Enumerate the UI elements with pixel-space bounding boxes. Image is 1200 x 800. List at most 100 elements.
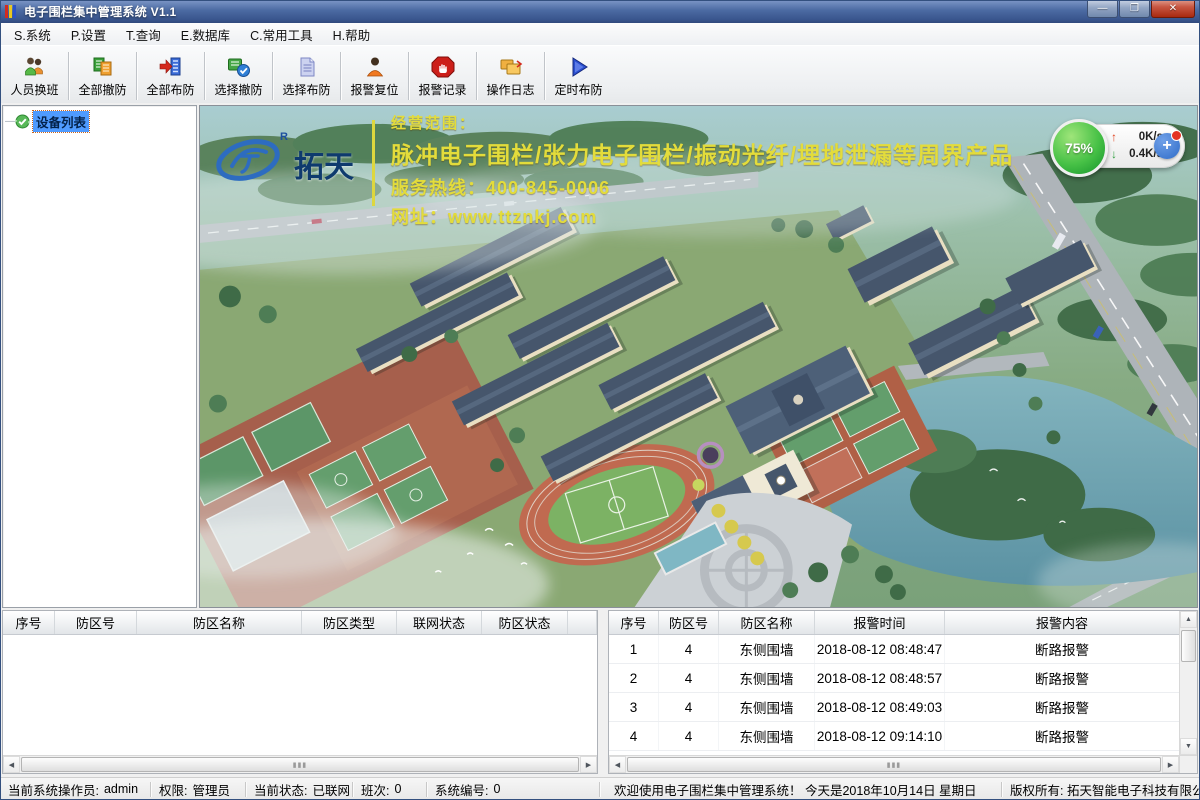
cell-alarm-time: 2018-08-12 08:48:47 (815, 635, 945, 663)
net-speed-widget[interactable]: 75% ↑ 0K/s ↓ 0.4K/s + (1053, 124, 1185, 168)
toolbar-separator (408, 52, 409, 100)
menu-database[interactable]: E.数据库 (171, 22, 240, 47)
col-filler (568, 611, 597, 634)
timed-arm-icon (566, 55, 592, 79)
operator-label: 当前系统操作员: (8, 780, 99, 799)
zone-hscrollbar[interactable]: ◀ ▮▮▮ ▶ (3, 755, 597, 773)
tool-label: 人员换班 (10, 81, 58, 98)
arm-all-button[interactable]: 全部布防 (138, 47, 203, 105)
tool-label: 全部布防 (146, 81, 194, 98)
menu-tools[interactable]: C.常用工具 (240, 22, 323, 47)
col-zone-name[interactable]: 防区名称 (137, 611, 302, 634)
cell-zone-name: 东侧围墙 (719, 693, 815, 721)
scroll-left-arrow[interactable]: ◀ (3, 756, 20, 773)
menu-settings[interactable]: P.设置 (61, 22, 116, 47)
campus-image-panel: .rf{fill:#46566c}.rf2{fill:#56687f}.wl{f… (199, 105, 1198, 608)
app-icon (5, 5, 18, 18)
select-arm-button[interactable]: 选择布防 (274, 47, 339, 105)
staff-shift-icon (22, 55, 48, 79)
col-zone-no[interactable]: 防区号 (55, 611, 137, 634)
cell-alarm-time: 2018-08-12 08:49:03 (815, 693, 945, 721)
tree-label-device-list[interactable]: 设备列表 (33, 111, 89, 132)
select-disarm-button[interactable]: 选择撤防 (206, 47, 271, 105)
cell-alarm-time: 2018-08-12 09:14:10 (815, 722, 945, 750)
title-bar: 电子围栏集中管理系统 V1.1 — ❐ ✕ (0, 0, 1200, 24)
cell-zone-no: 4 (659, 693, 719, 721)
alarm-vscrollbar[interactable]: ▲ ▼ (1179, 611, 1197, 773)
status-bar: 当前系统操作员: admin 权限: 管理员 当前状态: 已联网 班次: 0 系… (0, 777, 1200, 800)
menu-system[interactable]: S.系统 (4, 22, 61, 47)
window-title: 电子围栏集中管理系统 V1.1 (24, 3, 177, 20)
minimize-button[interactable]: — (1087, 0, 1118, 18)
scroll-left-arrow[interactable]: ◀ (609, 756, 626, 773)
operation-log-button[interactable]: 操作日志 (478, 47, 543, 105)
shift-label: 班次: (361, 780, 389, 799)
cell-alarm-content: 断路报警 (945, 722, 1179, 750)
scroll-up-arrow[interactable]: ▲ (1180, 611, 1197, 628)
tree-item-device-list[interactable]: — 设备列表 (3, 106, 196, 132)
alarm-record-button[interactable]: 报警记录 (410, 47, 475, 105)
col-alarm-time[interactable]: 报警时间 (815, 611, 945, 634)
device-status-icon (15, 114, 30, 129)
toolbar-separator (136, 52, 137, 100)
cell-seq: 2 (609, 664, 659, 692)
alarm-row[interactable]: 2 4 东侧围墙 2018-08-12 08:48:57 断路报警 (609, 664, 1179, 693)
arm-all-icon (158, 55, 184, 79)
alarm-row[interactable]: 4 4 东侧围墙 2018-08-12 09:14:10 断路报警 (609, 722, 1179, 751)
menu-query[interactable]: T.查询 (116, 22, 171, 47)
restore-button[interactable]: ❐ (1119, 0, 1150, 18)
logo-registered-mark: R (280, 131, 288, 143)
alarm-table-body: 1 4 东侧围墙 2018-08-12 08:48:47 断路报警 2 4 东侧… (609, 635, 1179, 755)
close-button[interactable]: ✕ (1151, 0, 1195, 18)
permission-value: 管理员 (192, 780, 230, 799)
timed-arm-button[interactable]: 定时布防 (546, 47, 611, 105)
select-arm-icon (294, 55, 320, 79)
toolbar-separator (544, 52, 545, 100)
cell-zone-name: 东侧围墙 (719, 722, 815, 750)
alarm-reset-icon (362, 55, 388, 79)
tool-label: 选择布防 (282, 81, 330, 98)
device-tree-panel: — 设备列表 (2, 105, 197, 608)
col-seq[interactable]: 序号 (609, 611, 659, 634)
col-zone-no[interactable]: 防区号 (659, 611, 719, 634)
company-logo: R 拓天 (214, 126, 354, 188)
tool-label: 报警记录 (418, 81, 466, 98)
app-window: 电子围栏集中管理系统 V1.1 — ❐ ✕ S.系统 P.设置 T.查询 E.数… (0, 0, 1200, 800)
alarm-hscrollbar[interactable]: ◀ ▮▮▮ ▶ (609, 755, 1179, 773)
company-banner: R 拓天 经营范围： 脉冲电子围栏/张力电子围栏/振动光纤/埋地泄漏等周界产品 … (214, 112, 1013, 229)
vscroll-thumb[interactable] (1181, 630, 1196, 662)
disarm-all-button[interactable]: 全部撤防 (70, 47, 135, 105)
alarm-row[interactable]: 3 4 东侧围墙 2018-08-12 08:49:03 断路报警 (609, 693, 1179, 722)
col-zone-name[interactable]: 防区名称 (719, 611, 815, 634)
banner-products: 脉冲电子围栏/张力电子围栏/振动光纤/埋地泄漏等周界产品 (391, 136, 1013, 170)
scroll-right-arrow[interactable]: ▶ (580, 756, 597, 773)
alarm-row[interactable]: 1 4 东侧围墙 2018-08-12 08:48:47 断路报警 (609, 635, 1179, 664)
cell-zone-no: 4 (659, 722, 719, 750)
toolbar-separator (272, 52, 273, 100)
col-seq[interactable]: 序号 (3, 611, 55, 634)
alarm-reset-button[interactable]: 报警复位 (342, 47, 407, 105)
memory-percent-ball[interactable]: 75% (1050, 119, 1108, 177)
system-no-label: 系统编号: (435, 780, 488, 799)
shift-value: 0 (394, 782, 401, 796)
col-zone-type[interactable]: 防区类型 (302, 611, 397, 634)
toolbar-separator (68, 52, 69, 100)
cell-zone-name: 东侧围墙 (719, 635, 815, 663)
tool-label: 操作日志 (486, 81, 534, 98)
upload-arrow-icon: ↑ (1111, 130, 1117, 144)
staff-shift-button[interactable]: 人员换班 (2, 47, 67, 105)
scroll-right-arrow[interactable]: ▶ (1162, 756, 1179, 773)
scroll-down-arrow[interactable]: ▼ (1180, 738, 1197, 755)
hscroll-thumb[interactable]: ▮▮▮ (21, 757, 579, 772)
alarm-table-header: 序号 防区号 防区名称 报警时间 报警内容 (609, 611, 1179, 635)
col-alarm-content[interactable]: 报警内容 (945, 611, 1179, 634)
col-net-state[interactable]: 联网状态 (397, 611, 482, 634)
col-zone-state[interactable]: 防区状态 (482, 611, 568, 634)
hscroll-thumb[interactable]: ▮▮▮ (627, 757, 1161, 772)
operator-value: admin (104, 782, 138, 796)
cell-seq: 3 (609, 693, 659, 721)
cell-seq: 4 (609, 722, 659, 750)
menu-help[interactable]: H.帮助 (323, 22, 381, 47)
logo-swirl-icon: R (214, 126, 292, 188)
select-disarm-icon (226, 55, 252, 79)
